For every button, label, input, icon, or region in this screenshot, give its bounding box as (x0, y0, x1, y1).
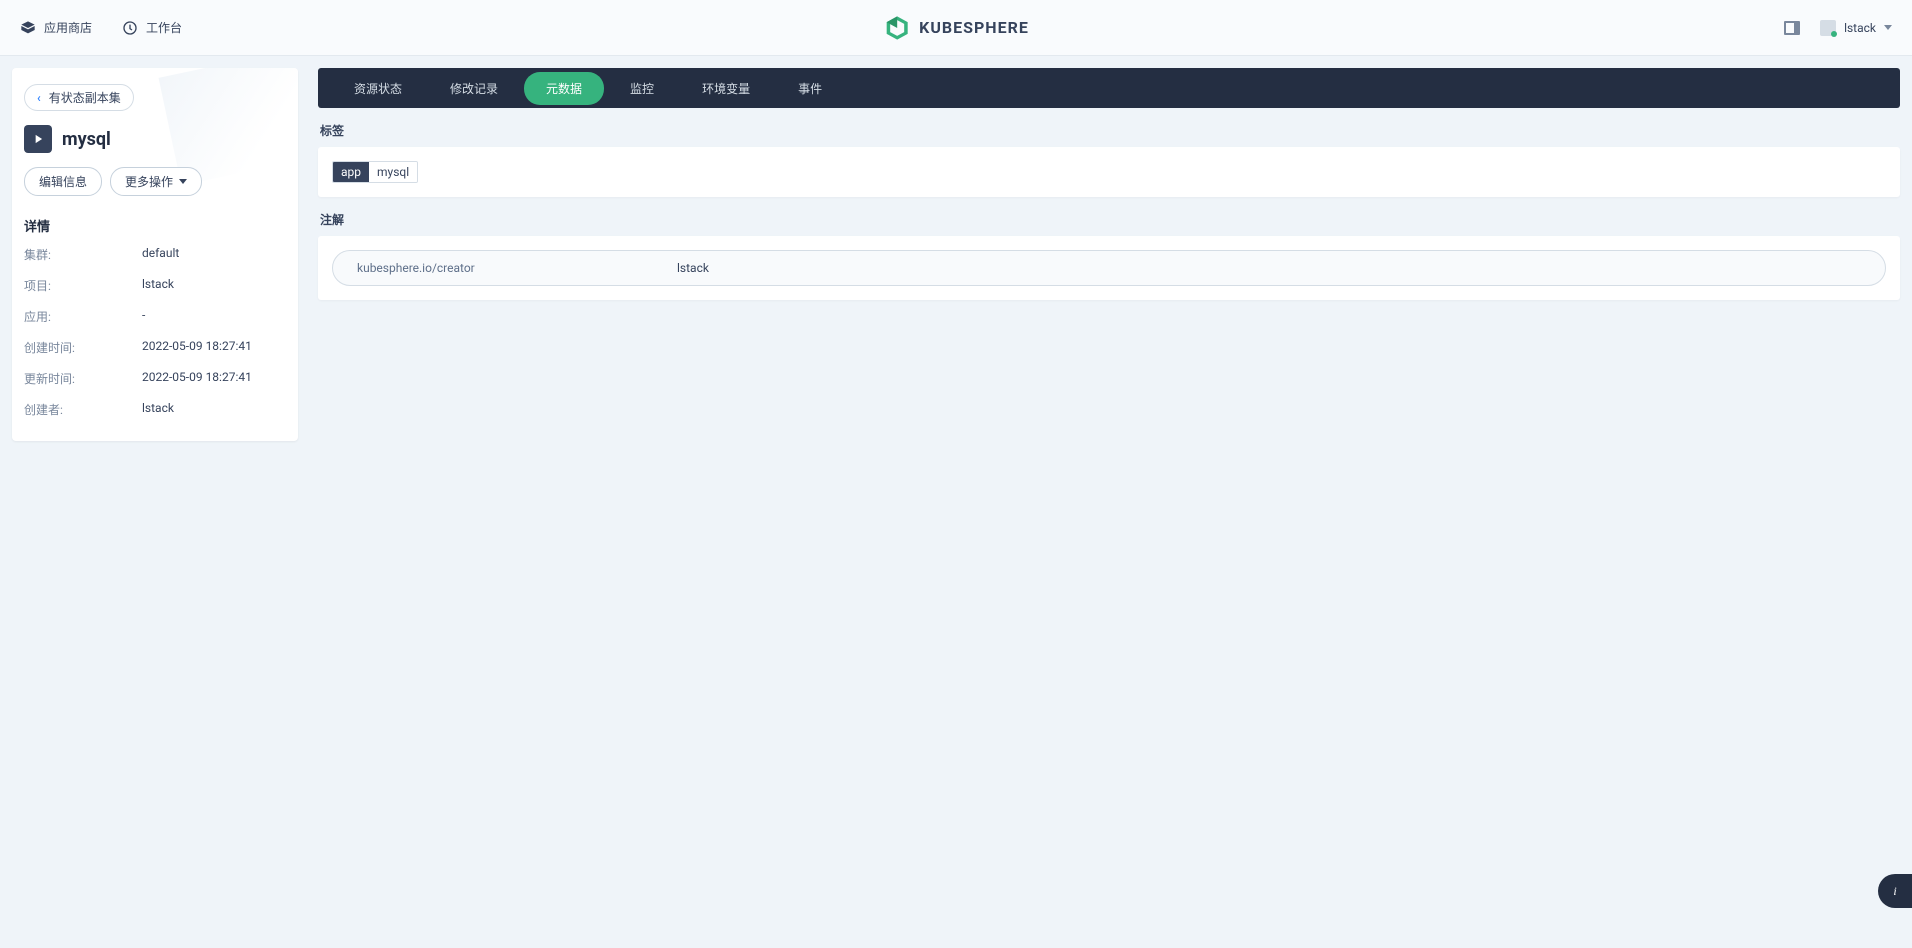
app-title: mysql (62, 129, 111, 150)
header-right: lstack (1784, 20, 1892, 36)
details-row: 应用:- (24, 301, 286, 332)
labels-heading: 标签 (320, 122, 1898, 139)
app-store-label: 应用商店 (44, 19, 92, 36)
tab-修改记录[interactable]: 修改记录 (428, 72, 520, 105)
details-value: - (142, 308, 145, 325)
workbench-link[interactable]: 工作台 (122, 19, 182, 36)
details-row: 集群:default (24, 239, 286, 270)
details-label: 创建时间: (24, 339, 142, 356)
details-list: 集群:default项目:lstack应用:-创建时间:2022-05-09 1… (24, 239, 286, 425)
tab-监控[interactable]: 监控 (608, 72, 676, 105)
annotation-key: kubesphere.io/creator (357, 261, 677, 275)
tab-元数据[interactable]: 元数据 (524, 72, 604, 105)
tag-key: app (333, 162, 369, 182)
username-label: lstack (1844, 21, 1876, 35)
chevron-left-icon: ‹ (37, 91, 41, 105)
details-label: 创建者: (24, 401, 142, 418)
caret-down-icon (179, 179, 187, 184)
details-row: 创建者:lstack (24, 394, 286, 425)
store-icon (20, 20, 36, 36)
annotations-panel: kubesphere.io/creatorlstack (318, 236, 1900, 300)
action-buttons: 编辑信息 更多操作 (24, 167, 286, 196)
tab-环境变量[interactable]: 环境变量 (680, 72, 772, 105)
more-actions-button[interactable]: 更多操作 (110, 167, 202, 196)
tab-资源状态[interactable]: 资源状态 (332, 72, 424, 105)
edit-info-button[interactable]: 编辑信息 (24, 167, 102, 196)
labels-panel: appmysql (318, 147, 1900, 197)
brand[interactable]: KUBESPHERE (883, 14, 1029, 42)
app-title-row: mysql (24, 125, 286, 153)
back-label: 有状态副本集 (49, 89, 121, 106)
workbench-label: 工作台 (146, 19, 182, 36)
details-value: 2022-05-09 18:27:41 (142, 370, 252, 387)
main-content: 资源状态修改记录元数据监控环境变量事件 标签 appmysql 注解 kubes… (318, 68, 1900, 300)
back-button[interactable]: ‹ 有状态副本集 (24, 84, 134, 111)
user-avatar-icon (1820, 20, 1836, 36)
details-row: 更新时间:2022-05-09 18:27:41 (24, 363, 286, 394)
edit-info-label: 编辑信息 (39, 173, 87, 190)
annotations-heading: 注解 (320, 211, 1898, 228)
details-label: 集群: (24, 246, 142, 263)
docs-icon[interactable] (1784, 21, 1800, 35)
detail-sidebar: ‹ 有状态副本集 mysql 编辑信息 更多操作 详情 集群:default项目… (12, 68, 298, 441)
tab-事件[interactable]: 事件 (776, 72, 844, 105)
user-menu[interactable]: lstack (1820, 20, 1892, 36)
details-value: 2022-05-09 18:27:41 (142, 339, 252, 356)
details-value: default (142, 246, 179, 263)
header-left: 应用商店 工作台 (20, 19, 182, 36)
workbench-icon (122, 20, 138, 36)
annotation-value: lstack (677, 261, 709, 275)
details-row: 项目:lstack (24, 270, 286, 301)
statefulset-icon (24, 125, 52, 153)
help-fab[interactable]: i (1878, 874, 1912, 908)
details-label: 更新时间: (24, 370, 142, 387)
logo-icon (883, 14, 911, 42)
tag-value: mysql (369, 162, 417, 182)
top-header: 应用商店 工作台 KUBESPHERE lstack (0, 0, 1912, 56)
brand-text: KUBESPHERE (919, 18, 1029, 37)
more-actions-label: 更多操作 (125, 173, 173, 190)
details-heading: 详情 (24, 216, 286, 235)
label-tag: appmysql (332, 161, 418, 183)
body: ‹ 有状态副本集 mysql 编辑信息 更多操作 详情 集群:default项目… (0, 56, 1912, 453)
details-label: 项目: (24, 277, 142, 294)
details-value: lstack (142, 277, 174, 294)
annotation-row: kubesphere.io/creatorlstack (332, 250, 1886, 286)
details-value: lstack (142, 401, 174, 418)
details-row: 创建时间:2022-05-09 18:27:41 (24, 332, 286, 363)
chevron-down-icon (1884, 25, 1892, 30)
details-label: 应用: (24, 308, 142, 325)
tabs-nav: 资源状态修改记录元数据监控环境变量事件 (318, 68, 1900, 108)
app-store-link[interactable]: 应用商店 (20, 19, 92, 36)
